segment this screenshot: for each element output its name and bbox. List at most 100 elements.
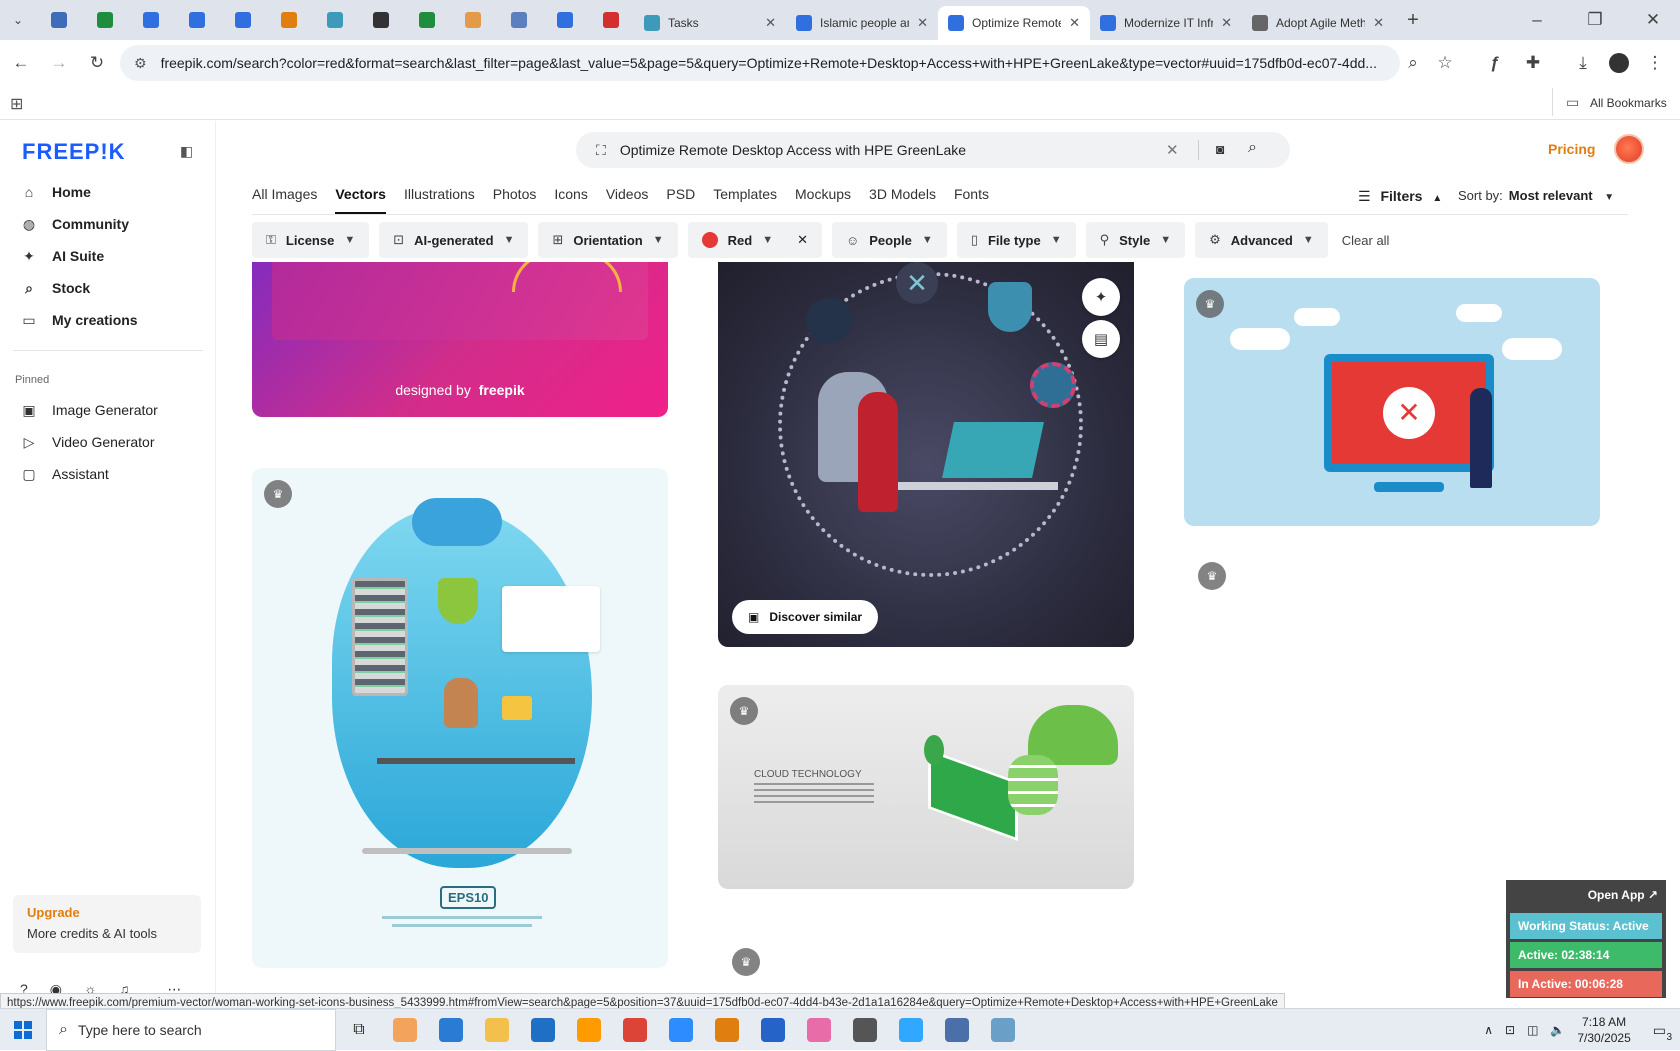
filter-file-type[interactable]: ▯ File type ▼ [956, 222, 1076, 258]
search-bar[interactable]: ⛶ Optimize Remote Desktop Access with HP… [576, 132, 1290, 168]
restore-button[interactable]: ❐ [1576, 1, 1614, 39]
pinned-tab[interactable] [496, 0, 542, 40]
taskbar-app-icon[interactable] [428, 1009, 474, 1051]
sidebar-item-home[interactable]: ⌂ Home [20, 177, 91, 207]
sidebar-collapse-icon[interactable]: ◧ [180, 143, 193, 160]
taskbar-clock[interactable]: 7:18 AM 7/30/2025 [1577, 1014, 1630, 1046]
tab-psd[interactable]: PSD [666, 186, 695, 214]
user-avatar[interactable] [1614, 134, 1644, 164]
browser-tab[interactable]: Modernize IT Infr ✕ [1090, 6, 1242, 40]
sidebar-item-my-creations[interactable]: ▭ My creations [20, 305, 137, 335]
taskbar-app-icon[interactable] [658, 1009, 704, 1051]
pinned-tab[interactable] [36, 0, 82, 40]
filter-orientation[interactable]: ⊞ Orientation ▼ [538, 222, 678, 258]
taskbar-app-icon[interactable] [796, 1009, 842, 1051]
tab-close-icon[interactable]: ✕ [1221, 15, 1232, 31]
sidebar-item-video-generator[interactable]: ▷ Video Generator [20, 427, 155, 457]
freepik-logo[interactable]: FREEP!K [22, 139, 126, 165]
tab-illustrations[interactable]: Illustrations [404, 186, 475, 214]
clear-search-icon[interactable]: ✕ [1166, 141, 1179, 159]
tab-photos[interactable]: Photos [493, 186, 537, 214]
taskbar-app-icon[interactable] [566, 1009, 612, 1051]
browser-menu-icon[interactable]: ⋮ [1636, 44, 1674, 82]
clear-all-filters[interactable]: Clear all [1342, 233, 1390, 248]
extensions-puzzle-icon[interactable]: ✚ [1514, 44, 1552, 82]
tab-close-icon[interactable]: ✕ [765, 15, 776, 31]
discover-similar-label[interactable]: Discover similar [769, 610, 862, 624]
tab-close-icon[interactable]: ✕ [1373, 15, 1384, 31]
address-bar[interactable]: ⚙ freepik.com/search?color=red&format=se… [120, 45, 1400, 81]
sidebar-item-assistant[interactable]: ▢ Assistant [20, 459, 108, 489]
discover-similar-button[interactable]: ▣ Discover similar [732, 600, 879, 634]
taskbar-app-icon[interactable] [704, 1009, 750, 1051]
tray-network-icon[interactable]: ⊡ [1505, 1023, 1515, 1037]
forward-button[interactable]: → [40, 44, 78, 82]
browser-tab[interactable]: Tasks ✕ [634, 6, 786, 40]
pinned-tab[interactable] [82, 0, 128, 40]
filters-toggle[interactable]: ☰ Filters ▲ [1358, 188, 1442, 205]
result-card[interactable]: designed by freepik [252, 262, 668, 417]
tab-close-icon[interactable]: ✕ [1069, 15, 1080, 31]
sort-by[interactable]: Sort by: Most relevant ▼ [1458, 188, 1614, 203]
search-icon[interactable]: ⌕ [1248, 139, 1257, 157]
result-card[interactable]: ✕ ✦ ▤ ▣ Discover similar [718, 262, 1134, 647]
pinned-tab[interactable] [450, 0, 496, 40]
filter-ai-generated[interactable]: ⊡ AI-generated ▼ [379, 222, 529, 258]
pinned-tab[interactable] [588, 0, 634, 40]
save-to-collection-icon[interactable]: ▤ [1082, 320, 1120, 358]
filters-label[interactable]: Filters [1380, 188, 1422, 204]
open-app-link[interactable]: Open App ↗ [1510, 884, 1662, 910]
address-url[interactable]: freepik.com/search?color=red&format=sear… [161, 55, 1391, 71]
extension-f-icon[interactable]: ƒ [1476, 44, 1514, 82]
filter-red[interactable]: Red ▼ ✕ [687, 222, 822, 258]
start-button[interactable] [0, 1009, 46, 1051]
apps-grid-icon[interactable]: ⊞ [10, 94, 23, 114]
taskbar-search-placeholder[interactable]: Type here to search [78, 1022, 202, 1038]
tab-templates[interactable]: Templates [713, 186, 777, 214]
back-button[interactable]: ← [2, 44, 40, 82]
pricing-link[interactable]: Pricing [1548, 141, 1595, 157]
new-tab-button[interactable]: + [1394, 1, 1432, 39]
pinned-tab[interactable] [404, 0, 450, 40]
remove-color-filter-icon[interactable]: ✕ [797, 232, 808, 248]
ai-edit-icon[interactable]: ✦ [1082, 278, 1120, 316]
tab-close-icon[interactable]: ✕ [917, 15, 928, 31]
sidebar-item-ai-suite[interactable]: ✦ AI Suite [20, 241, 104, 271]
upgrade-card[interactable]: Upgrade More credits & AI tools [13, 895, 201, 953]
tray-chevron-icon[interactable]: ∧ [1484, 1023, 1493, 1037]
taskbar-app-icon[interactable] [474, 1009, 520, 1051]
result-card[interactable]: ♛ EPS10 [252, 468, 668, 968]
notifications-icon[interactable]: ▭ 3 [1653, 1022, 1672, 1043]
result-card[interactable]: ♛ ✕ [1184, 278, 1600, 526]
taskbar-app-icon[interactable] [750, 1009, 796, 1051]
filter-people[interactable]: ☺ People ▼ [831, 222, 947, 258]
pinned-tab[interactable] [312, 0, 358, 40]
tab-3d-models[interactable]: 3D Models [869, 186, 936, 214]
sidebar-item-stock[interactable]: ⌕ Stock [20, 273, 90, 303]
tab-search-button[interactable]: ⌄ [0, 1, 36, 39]
pinned-tab[interactable] [174, 0, 220, 40]
search-input[interactable]: Optimize Remote Desktop Access with HPE … [620, 142, 966, 158]
close-window-button[interactable]: ✕ [1634, 1, 1672, 39]
pinned-tab[interactable] [128, 0, 174, 40]
profile-avatar[interactable] [1600, 44, 1638, 82]
filter-license[interactable]: ⚿ License ▼ [252, 222, 370, 258]
minimize-button[interactable]: – [1518, 1, 1556, 39]
pinned-tab[interactable] [266, 0, 312, 40]
tab-videos[interactable]: Videos [606, 186, 649, 214]
sidebar-item-community[interactable]: ◍ Community [20, 209, 129, 239]
camera-search-icon[interactable]: ◙ [1216, 141, 1224, 157]
reload-button[interactable]: ↻ [78, 44, 116, 82]
volume-icon[interactable]: 🔈 [1550, 1023, 1565, 1037]
pinned-tab[interactable] [358, 0, 404, 40]
filter-advanced[interactable]: ⚙ Advanced ▼ [1195, 222, 1328, 258]
tab-all-images[interactable]: All Images [252, 186, 317, 214]
site-info-icon[interactable]: ⚙ [134, 55, 147, 72]
taskbar-app-icon[interactable] [934, 1009, 980, 1051]
task-view-icon[interactable]: ⧉ [336, 1009, 382, 1051]
taskbar-app-icon[interactable] [842, 1009, 888, 1051]
taskbar-app-icon[interactable] [980, 1009, 1026, 1051]
browser-tab[interactable]: Optimize Remote ✕ [938, 6, 1090, 40]
sidebar-item-image-generator[interactable]: ▣ Image Generator [20, 395, 157, 425]
taskbar-app-icon[interactable] [612, 1009, 658, 1051]
